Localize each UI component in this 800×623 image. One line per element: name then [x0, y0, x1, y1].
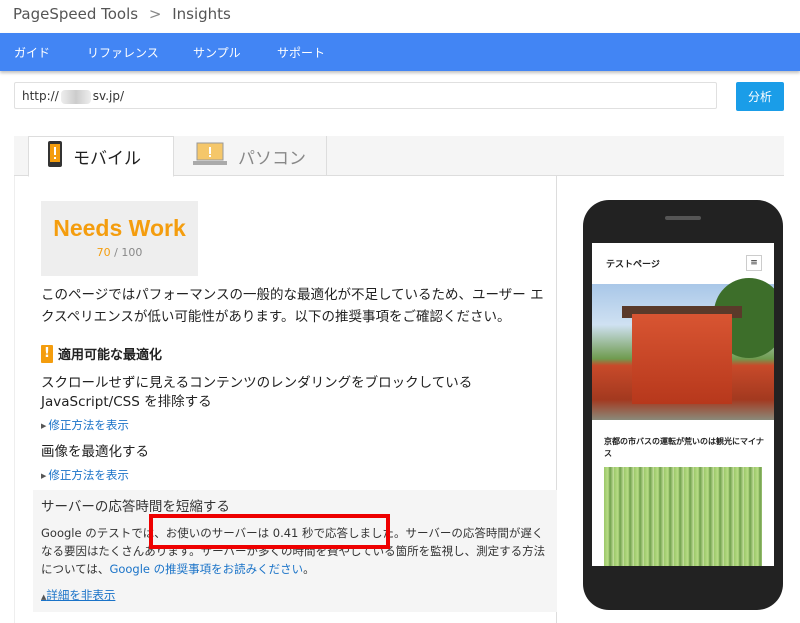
hamburger-menu-icon: ≡: [746, 255, 762, 271]
nav-item-support[interactable]: サポート: [277, 44, 325, 61]
expanded-rule: サーバーの応答時間を短縮する Google のテストでは、お使いのサーバーは 0…: [33, 490, 557, 612]
breadcrumb-separator: >: [148, 5, 162, 23]
tab-mobile-label: モバイル: [73, 149, 141, 169]
show-fix-link-label: 修正方法を表示: [48, 418, 129, 432]
phone-preview: テストページ ≡ 京都の市バスの運転が荒いのは観光にマイナス: [583, 200, 783, 610]
show-fix-link[interactable]: ▶ 修正方法を表示: [41, 467, 129, 483]
hide-details-label: 詳細を非表示: [46, 588, 116, 602]
laptop-icon: [192, 142, 228, 171]
url-input[interactable]: http:// sv.jp/: [14, 82, 717, 109]
triangle-right-icon: ▶: [41, 471, 47, 480]
phone-screen: テストページ ≡ 京都の市バスの運転が荒いのは観光にマイナス: [592, 243, 774, 566]
breadcrumb-current: Insights: [172, 5, 231, 23]
gate-shape: [632, 314, 732, 404]
results-panel: Needs Work 70 / 100 このページではパフォーマンスの一般的な最…: [14, 176, 557, 623]
body-start: Google のテストでは、: [41, 526, 166, 540]
phone-speaker: [665, 216, 701, 220]
nav-item-samples[interactable]: サンプル: [193, 44, 241, 61]
top-navbar: ガイド リファレンス サンプル サポート: [0, 33, 800, 71]
rule-title: スクロールせずに見えるコンテンツのレンダリングをブロックしている JavaScr…: [41, 375, 473, 410]
highlight-annotation-box: [149, 514, 390, 549]
nav-item-reference[interactable]: リファレンス: [87, 44, 159, 61]
triangle-right-icon: ▶: [41, 421, 47, 430]
section-heading: ! 適用可能な最適化: [41, 344, 162, 363]
section-heading-label: 適用可能な最適化: [58, 348, 163, 363]
warning-icon: !: [41, 344, 53, 363]
nav-item-guide[interactable]: ガイド: [14, 44, 50, 61]
score-title: Needs Work: [53, 215, 186, 241]
tab-mobile[interactable]: モバイル: [28, 136, 174, 177]
body-end: 。: [303, 562, 315, 576]
score-summary: このページではパフォーマンスの一般的な最適化が不足しているため、ユーザー エクス…: [41, 287, 544, 325]
tab-desktop[interactable]: パソコン: [174, 136, 327, 176]
mobile-phone-icon: [47, 140, 63, 173]
preview-site-title: テストページ: [606, 260, 660, 270]
rule-title: 画像を最適化する: [41, 444, 149, 460]
analyze-button[interactable]: 分析: [736, 82, 784, 111]
recommendations-link[interactable]: Google の推奨事項をお読みください: [109, 562, 303, 576]
bamboo-photo: [604, 467, 762, 566]
score-box: Needs Work 70 / 100: [41, 201, 198, 276]
breadcrumb: PageSpeed Tools > Insights: [13, 5, 231, 23]
url-redaction: [60, 89, 91, 104]
expanded-rule-title: サーバーの応答時間を短縮する: [41, 499, 230, 515]
breadcrumb-parent[interactable]: PageSpeed Tools: [13, 5, 138, 23]
preview-article-title: 京都の市バスの運転が荒いのは観光にマイナス: [604, 437, 764, 458]
device-tabs: モバイル パソコン: [14, 136, 784, 177]
tab-desktop-label: パソコン: [238, 148, 306, 169]
score-value: 70: [96, 246, 111, 259]
score-number: 70 / 100: [41, 246, 198, 259]
score-max: / 100: [114, 246, 143, 259]
show-fix-link-label: 修正方法を表示: [48, 468, 129, 482]
show-fix-link[interactable]: ▶ 修正方法を表示: [41, 417, 129, 433]
shrine-gate-photo: [592, 278, 774, 420]
url-prefix: http://: [22, 89, 59, 103]
hide-details-link[interactable]: ▲詳細を非表示: [41, 587, 115, 603]
url-suffix: sv.jp/: [92, 89, 124, 103]
